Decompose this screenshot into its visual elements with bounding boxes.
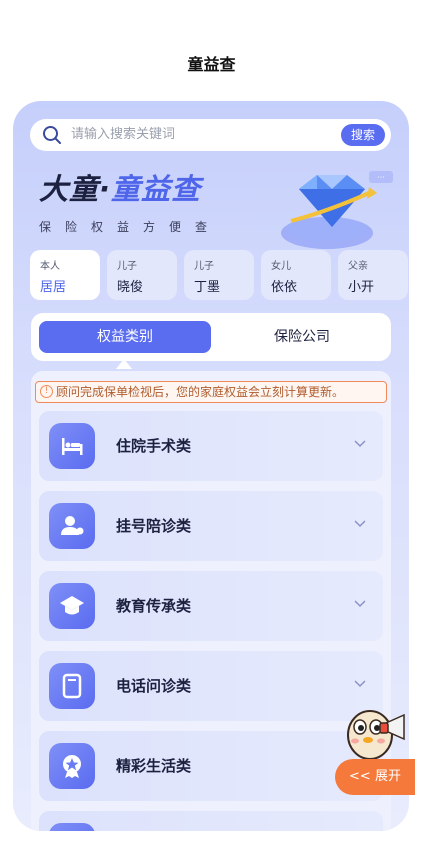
diamond-illustration-icon: ··· <box>281 171 393 249</box>
category-label: 挂号陪诊类 <box>116 517 192 535</box>
tab-benefit-category[interactable]: 权益类别 <box>39 321 211 353</box>
member-card[interactable]: 女儿 依依 <box>261 250 331 300</box>
member-name: 居居 <box>40 280 67 295</box>
bed-icon <box>49 423 95 469</box>
brand-subtitle: 保险权益方便查 <box>39 220 222 234</box>
star-medal-icon <box>49 743 95 789</box>
member-relation: 女儿 <box>271 261 291 272</box>
info-icon: ! <box>40 385 53 398</box>
category-icon <box>49 823 95 831</box>
member-name: 晓俊 <box>117 280 144 295</box>
member-card[interactable]: 父亲 小开 <box>338 250 408 300</box>
brand-title-part2: 童益查 <box>111 172 202 206</box>
tab-indicator <box>116 359 132 369</box>
search-bar[interactable]: 请输入搜索关键词 搜索 <box>30 119 391 151</box>
category-item-partial[interactable] <box>39 811 383 831</box>
tab-bar: 权益类别 保险公司 <box>31 313 391 361</box>
member-relation: 儿子 <box>117 261 137 272</box>
notice-text: 顾问完成保单检视后，您的家庭权益会立刻计算更新。 <box>56 385 345 399</box>
brand-title-part1: 大童· <box>39 172 112 206</box>
category-panel: ! 顾问完成保单检视后，您的家庭权益会立刻计算更新。 住院手术类 挂号陪诊类 教… <box>31 371 391 831</box>
member-card[interactable]: 本人 居居 <box>30 250 100 300</box>
family-member-list: 本人 居居 儿子 晓俊 儿子 丁墨 女儿 依依 父亲 小开 <box>30 250 409 300</box>
chevron-down-icon <box>354 600 366 608</box>
tab-insurance-company[interactable]: 保险公司 <box>221 321 383 353</box>
person-companion-icon <box>49 503 95 549</box>
expand-button[interactable]: << 展开 <box>335 759 415 795</box>
category-label: 精彩生活类 <box>116 757 192 775</box>
category-label: 教育传承类 <box>116 597 192 615</box>
graduation-cap-icon <box>49 583 95 629</box>
search-button[interactable]: 搜索 <box>341 124 385 146</box>
member-relation: 父亲 <box>348 261 368 272</box>
member-relation: 本人 <box>40 261 60 272</box>
category-item-hospital-surgery[interactable]: 住院手术类 <box>39 411 383 481</box>
member-name: 丁墨 <box>194 280 221 295</box>
phone-device-icon <box>49 663 95 709</box>
search-input[interactable]: 请输入搜索关键词 <box>71 119 175 151</box>
member-name: 小开 <box>348 280 375 295</box>
brand-title: 大童·童益查 <box>39 166 221 208</box>
chevron-down-icon <box>354 520 366 528</box>
category-label: 电话问诊类 <box>116 677 192 695</box>
page-title: 童益查 <box>187 55 236 74</box>
chevron-down-icon <box>354 680 366 688</box>
brand-block: 大童·童益查 保险权益方便查 <box>39 166 221 235</box>
notice-banner: ! 顾问完成保单检视后，您的家庭权益会立刻计算更新。 <box>35 381 387 403</box>
category-item-lifestyle[interactable]: 精彩生活类 <box>39 731 383 801</box>
category-label: 住院手术类 <box>116 437 192 455</box>
chevron-down-icon <box>354 440 366 448</box>
member-name: 依依 <box>271 280 298 295</box>
svg-text:···: ··· <box>377 173 385 182</box>
category-item-phone-consultation[interactable]: 电话问诊类 <box>39 651 383 721</box>
mascot-icon <box>347 710 405 760</box>
category-item-education-inheritance[interactable]: 教育传承类 <box>39 571 383 641</box>
member-relation: 儿子 <box>194 261 214 272</box>
search-icon <box>43 126 61 144</box>
category-item-registration-escort[interactable]: 挂号陪诊类 <box>39 491 383 561</box>
member-card[interactable]: 儿子 晓俊 <box>107 250 177 300</box>
member-card[interactable]: 儿子 丁墨 <box>184 250 254 300</box>
